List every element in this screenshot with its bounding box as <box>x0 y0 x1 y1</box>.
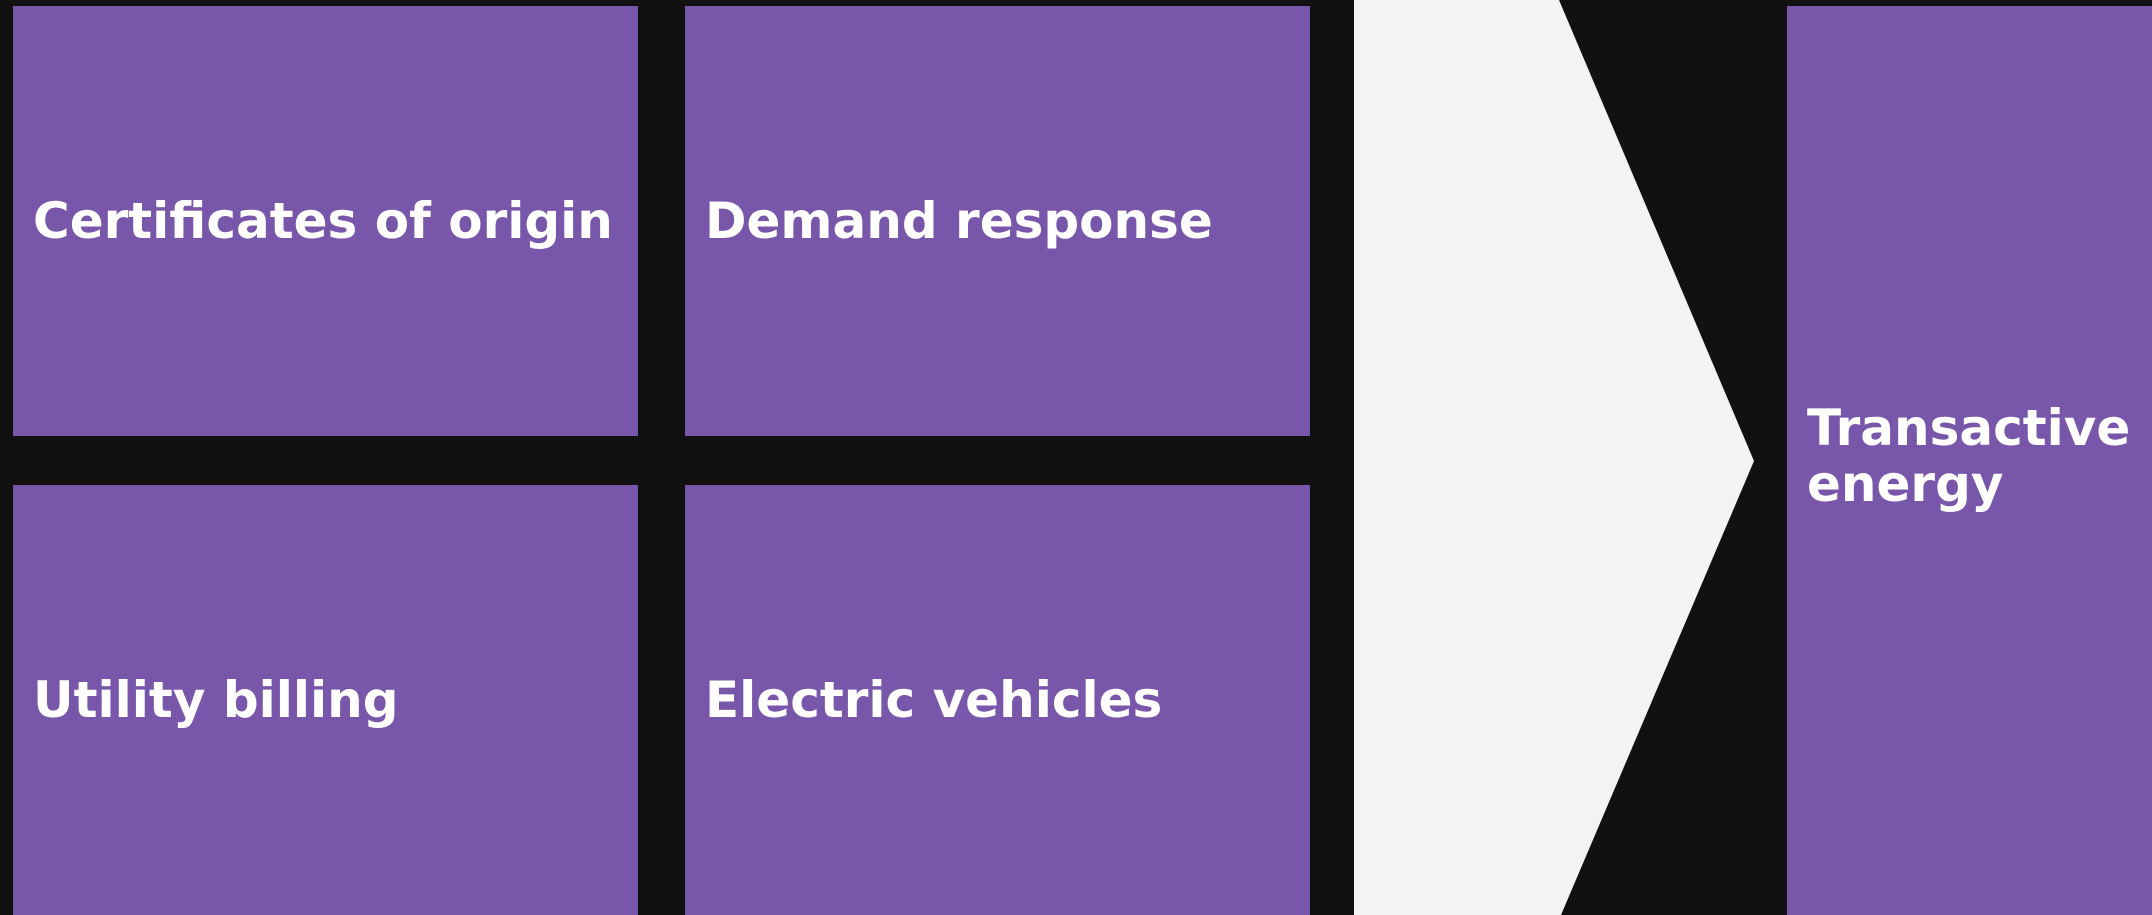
tile-label: Demand response <box>705 192 1213 250</box>
chevron-arrow-icon <box>1354 0 1754 915</box>
tile-label: Certificates of origin <box>33 192 613 250</box>
tile-certificates-of-origin: Certificates of origin <box>13 6 638 436</box>
tile-utility-billing: Utility billing <box>13 485 638 915</box>
chevron-arrow-shape <box>1354 0 1754 915</box>
tile-electric-vehicles: Electric vehicles <box>685 485 1310 915</box>
tile-label: Utility billing <box>33 671 399 729</box>
tile-label: Electric vehicles <box>705 671 1163 729</box>
tile-transactive-energy: Transactive energy <box>1787 6 2152 915</box>
tile-label: Transactive energy <box>1807 398 2131 513</box>
tile-demand-response: Demand response <box>685 6 1310 436</box>
